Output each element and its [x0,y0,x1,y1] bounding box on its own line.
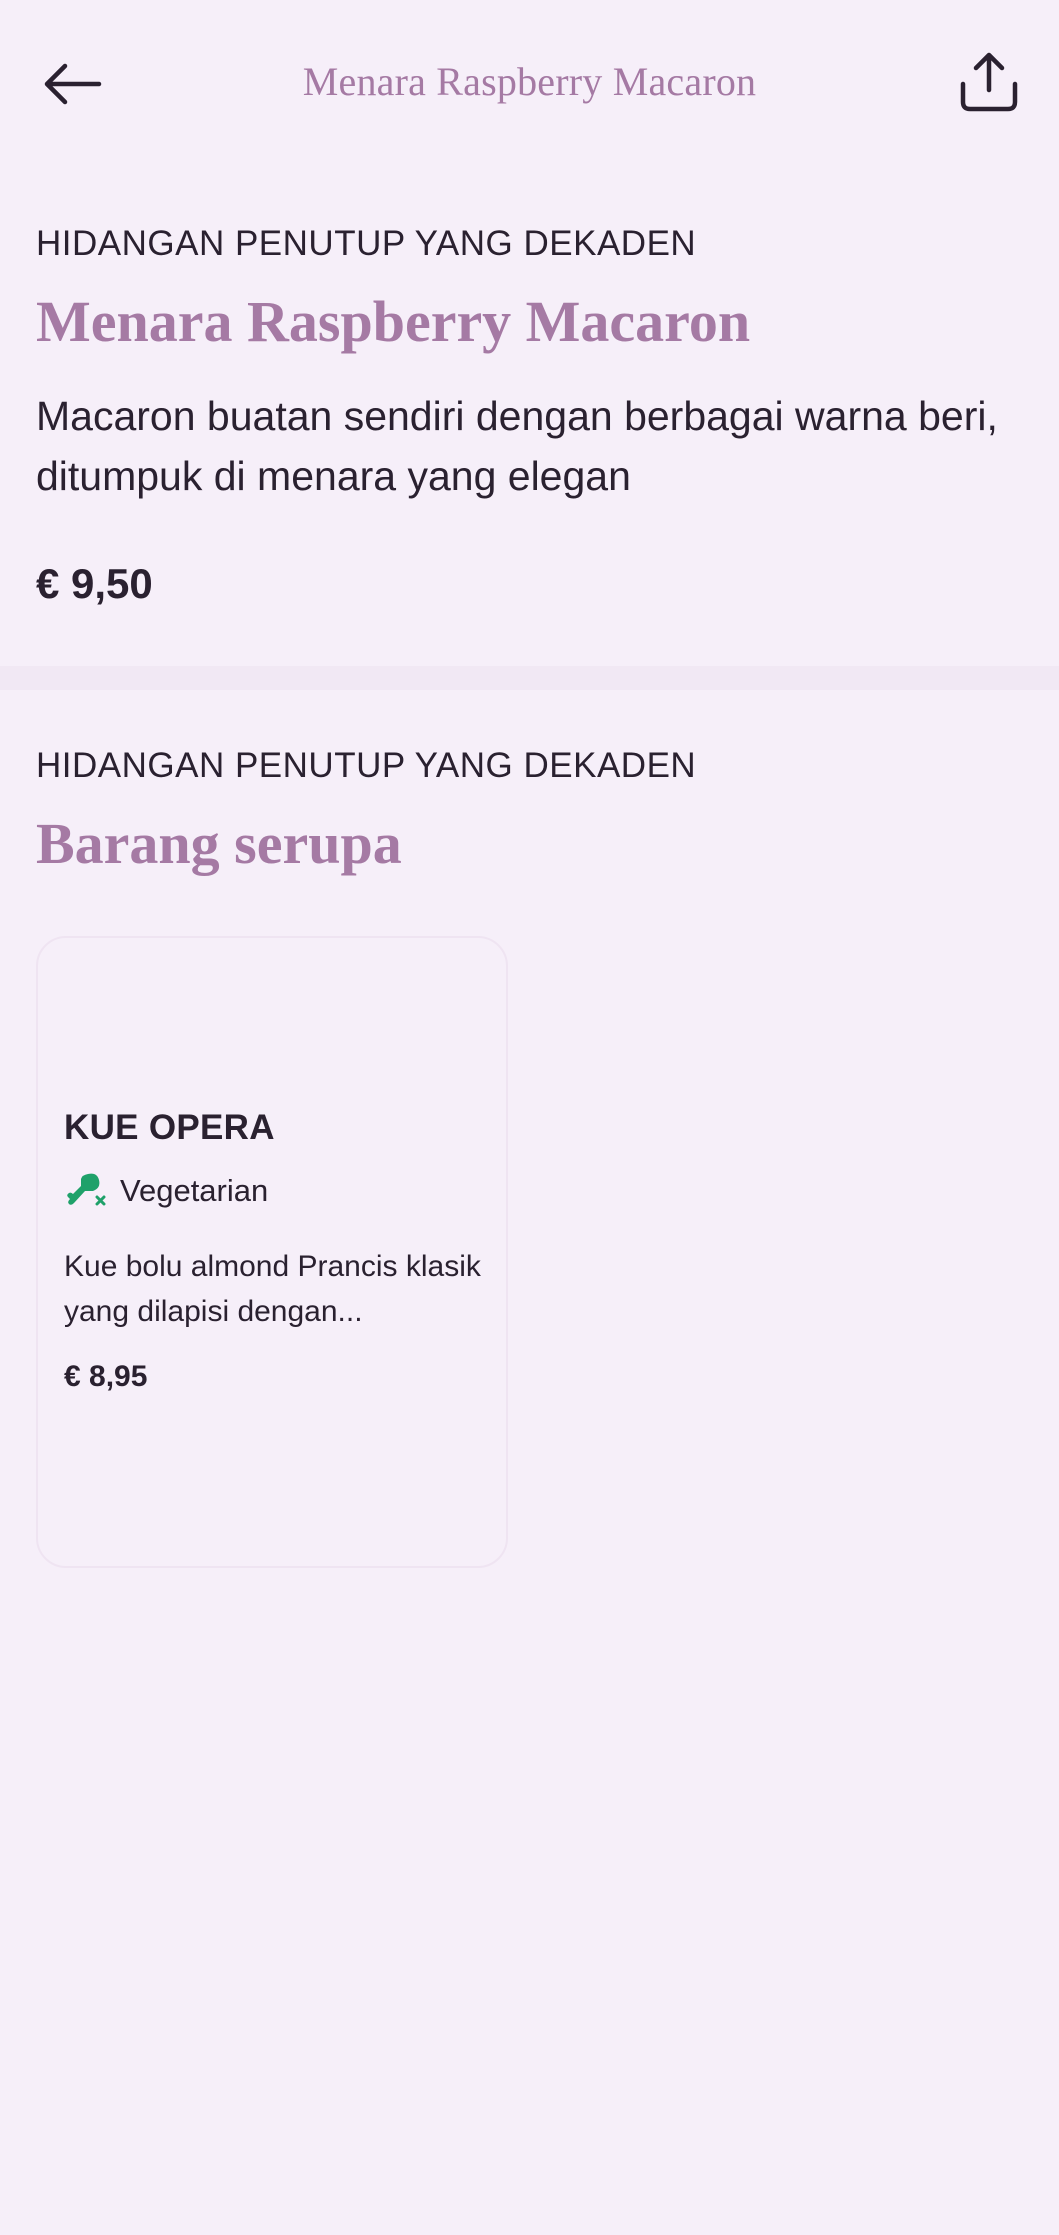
product-description: Macaron buatan sendiri dengan berbagai w… [36,393,998,499]
top-app-bar: Menara Raspberry Macaron [0,0,1059,170]
app-bar-title: Menara Raspberry Macaron [302,59,757,104]
similar-category: HIDANGAN PENUTUP YANG DEKADEN [36,746,697,785]
item-name: KUE OPERA [64,1108,275,1147]
item-price: € 8,95 [64,1360,148,1393]
product-details: HIDANGAN PENUTUP YANG DEKADEN Menara Ras… [36,220,1026,608]
share-icon [957,50,1021,119]
share-button[interactable] [949,44,1029,124]
diet-badge: Vegetarian [64,1170,268,1212]
no-meat-icon [64,1170,106,1212]
product-category: HIDANGAN PENUTUP YANG DEKADEN [36,224,697,263]
section-divider [0,666,1059,690]
similar-heading: Barang serupa [36,811,402,876]
similar-item-card[interactable]: KUE OPERA Vegetarian Kue bolu almond Pra… [36,936,508,1568]
product-price: € 9,50 [36,560,153,607]
similar-items-section: HIDANGAN PENUTUP YANG DEKADEN Barang ser… [36,742,1026,880]
product-name: Menara Raspberry Macaron [36,289,751,354]
diet-label: Vegetarian [120,1173,269,1208]
item-description: Kue bolu almond Prancis klasik yang dila… [64,1250,481,1328]
